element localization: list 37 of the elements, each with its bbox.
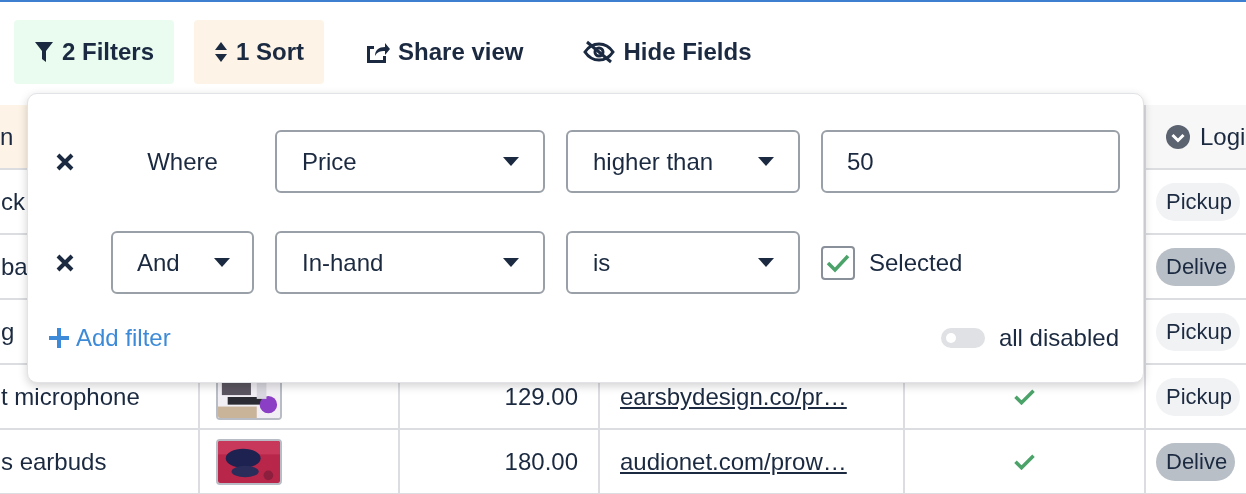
value-field[interactable]: 50 xyxy=(821,130,1120,193)
sort-button[interactable]: 1 Sort xyxy=(194,20,325,84)
link[interactable]: earsbydesign.co/pr… xyxy=(620,382,847,411)
status-tag: Pickup xyxy=(1156,377,1241,416)
dropdown[interactable]: is xyxy=(566,231,800,294)
filter-icon xyxy=(34,41,54,63)
dropdown[interactable]: Price xyxy=(275,130,545,193)
plus-icon xyxy=(48,327,70,349)
checkbox-label: Selected xyxy=(869,248,963,277)
checkbox[interactable] xyxy=(821,245,855,280)
table-cell: s earbuds xyxy=(0,430,200,494)
close-icon[interactable] xyxy=(56,253,74,272)
status-tag: Delive xyxy=(1156,247,1236,286)
toggle-label: all disabled xyxy=(998,324,1119,352)
status-tag: Pickup xyxy=(1156,312,1241,351)
caret-icon xyxy=(503,156,519,167)
caret-icon xyxy=(758,257,774,268)
dropdown[interactable]: In-hand xyxy=(275,231,545,294)
status-tag: Pickup xyxy=(1156,182,1241,221)
hide-button[interactable]: Hide Fields xyxy=(563,20,772,84)
chevron-down-icon xyxy=(1166,124,1190,149)
filter-button[interactable]: 2 Filters xyxy=(14,20,175,84)
column-header[interactable]: Logi xyxy=(1146,105,1246,170)
toggle-switch[interactable] xyxy=(940,328,985,348)
caret-icon xyxy=(503,257,519,268)
link[interactable]: audionet.com/prow… xyxy=(620,447,847,476)
add-filter-link[interactable]: Add filter xyxy=(48,324,171,352)
eye-slash-icon xyxy=(583,40,616,64)
sort-icon xyxy=(214,41,229,63)
table-cell: 180.00 xyxy=(400,430,600,494)
dropdown[interactable]: And xyxy=(111,231,254,294)
status-tag: Delive xyxy=(1156,442,1236,481)
dropdown[interactable]: higher than xyxy=(566,130,800,193)
share-button[interactable]: Share view xyxy=(344,20,544,84)
close-icon[interactable] xyxy=(56,152,74,171)
caret-icon xyxy=(214,257,230,268)
caret-icon xyxy=(758,156,774,167)
